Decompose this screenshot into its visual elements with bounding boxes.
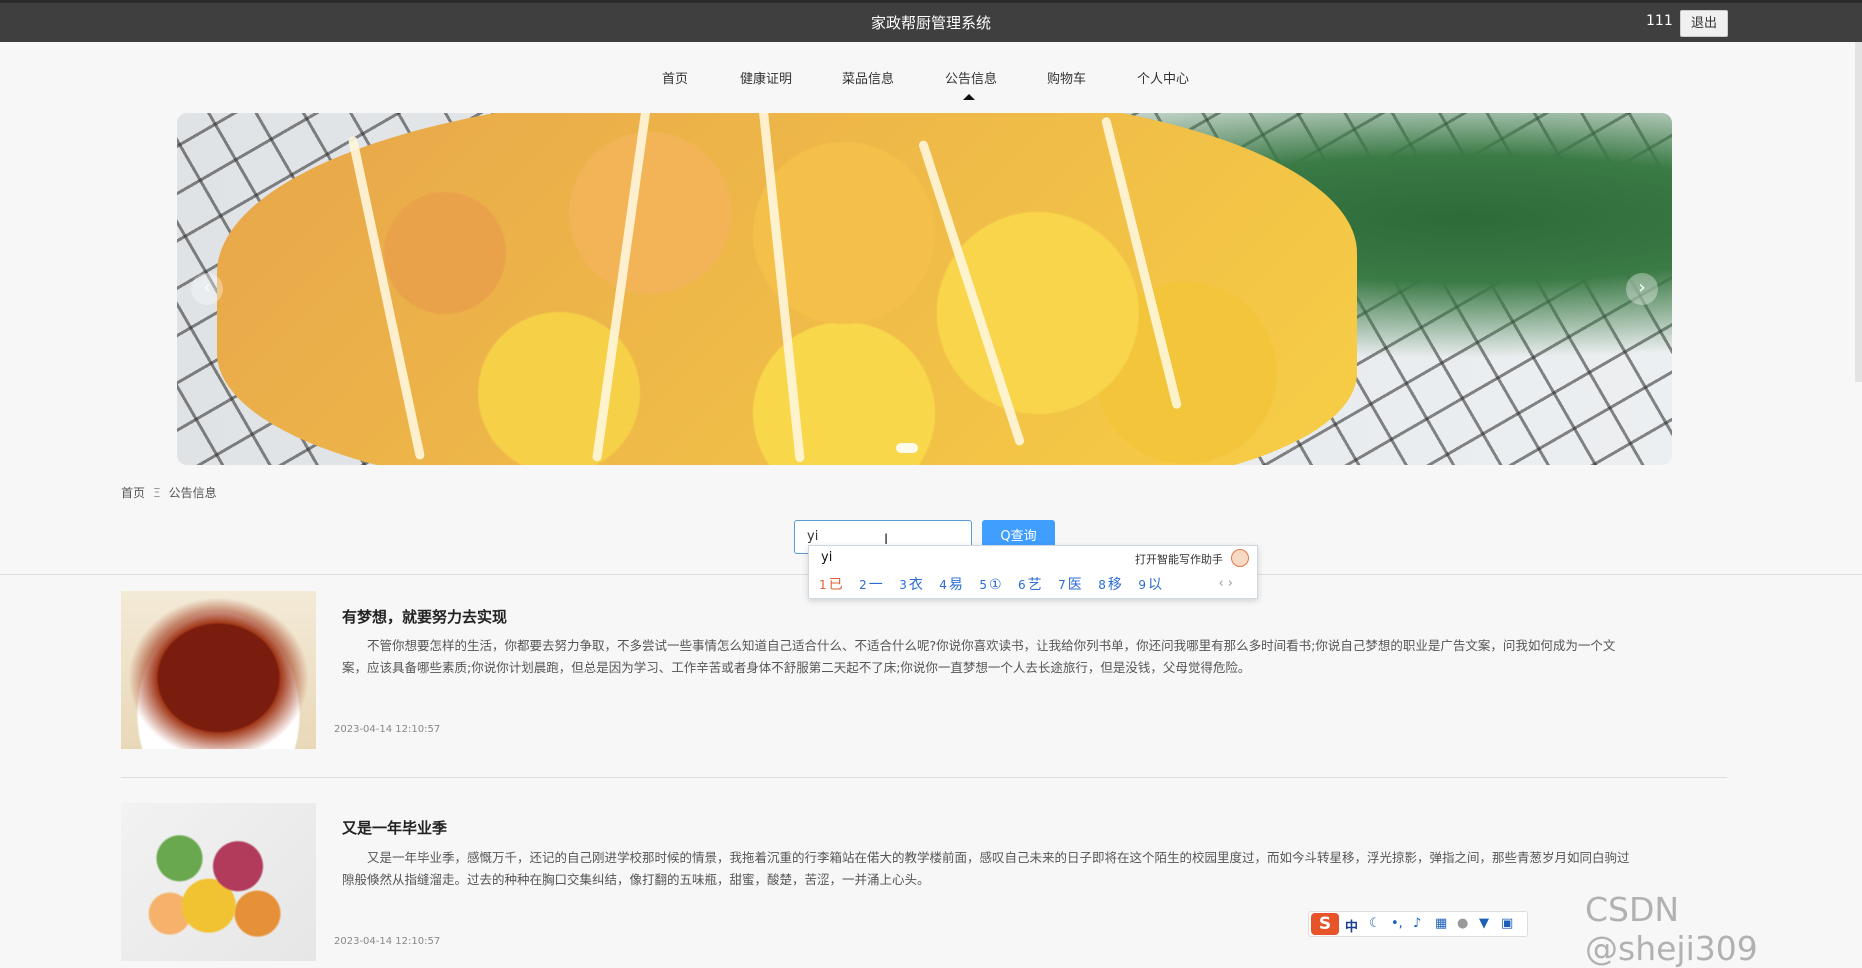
divider <box>121 777 1727 778</box>
ime-pinyin: yi <box>821 550 833 565</box>
ime-logo-icon[interactable]: S <box>1311 913 1339 935</box>
notice-summary: 不管你想要怎样的生活，你都要去努力争取，不多尝试一些事情怎么知道自己适合什么、不… <box>342 638 1616 675</box>
list-item[interactable]: 有梦想，就要努力去实现 不管你想要怎样的生活，你都要去努力争取，不多尝试一些事情… <box>121 591 1727 761</box>
ime-candidates: 1已 2一 3衣 4易 5① 6艺 7医 8移 9以 <box>819 574 1174 594</box>
notice-title[interactable]: 又是一年毕业季 <box>342 817 447 838</box>
watermark: CSDN @sheji309 <box>1585 890 1758 968</box>
ime-candidate[interactable]: 6艺 <box>1018 574 1042 594</box>
carousel-prev-icon[interactable]: ‹ <box>191 273 223 305</box>
main-nav: 首页 健康证明 菜品信息 公告信息 购物车 个人中心 <box>0 60 1862 100</box>
keyboard-icon[interactable]: ▦ <box>1435 916 1447 931</box>
skin-icon[interactable]: ▼ <box>1479 916 1489 931</box>
banner-carousel: ‹ › <box>177 113 1672 465</box>
assistant-icon[interactable] <box>1231 549 1249 567</box>
punctuation-icon[interactable]: •, <box>1391 916 1403 931</box>
ime-candidate[interactable]: 9以 <box>1138 574 1162 594</box>
nav-item-notices[interactable]: 公告信息 <box>945 68 997 87</box>
username: 111 <box>1646 13 1673 29</box>
active-nav-indicator <box>963 94 975 100</box>
nav-item-dishes[interactable]: 菜品信息 <box>842 68 894 87</box>
ime-candidate[interactable]: 4易 <box>939 574 963 594</box>
ime-candidate[interactable]: 5① <box>979 577 1001 593</box>
ime-lang-toggle[interactable]: 中 <box>1345 916 1358 935</box>
scrollbar[interactable] <box>1855 42 1862 382</box>
breadcrumb-separator: Ξ <box>153 486 161 500</box>
grid-icon[interactable]: ▣ <box>1501 916 1513 931</box>
breadcrumb-home[interactable]: 首页 <box>121 486 145 500</box>
notice-thumbnail[interactable] <box>121 803 316 961</box>
moon-icon[interactable]: ☾ <box>1369 916 1381 931</box>
notice-title[interactable]: 有梦想，就要努力去实现 <box>342 606 507 627</box>
nav-item-cart[interactable]: 购物车 <box>1047 68 1086 87</box>
ime-candidate-popup: yi 打开智能写作助手 1已 2一 3衣 4易 5① 6艺 7医 8移 9以 ‹… <box>808 545 1258 599</box>
ime-candidate[interactable]: 2一 <box>859 574 883 594</box>
ime-pager[interactable]: ‹ › <box>1218 576 1233 591</box>
ime-assistant-link[interactable]: 打开智能写作助手 <box>1135 551 1223 567</box>
notice-time: 2023-04-14 12:10:57 <box>334 936 441 947</box>
breadcrumb: 首页 Ξ 公告信息 <box>121 484 217 501</box>
app-title: 家政帮厨管理系统 <box>870 14 991 32</box>
ime-candidate[interactable]: 3衣 <box>899 574 923 594</box>
ime-toolbar: S 中 ☾ •, ♪ ▦ ● ▼ ▣ <box>1308 911 1528 937</box>
ime-candidate[interactable]: 1已 <box>819 574 843 594</box>
notice-summary: 又是一年毕业季，感慨万千，还记的自己刚进学校那时候的情景，我拖着沉重的行李箱站在… <box>342 850 1630 887</box>
nav-item-profile[interactable]: 个人中心 <box>1137 68 1189 87</box>
carousel-next-icon[interactable]: › <box>1626 273 1658 305</box>
top-bar: 家政帮厨管理系统 111 退出 <box>0 0 1862 42</box>
nav-item-home[interactable]: 首页 <box>662 68 688 87</box>
nav-item-health-cert[interactable]: 健康证明 <box>740 68 792 87</box>
ime-candidate[interactable]: 7医 <box>1058 574 1082 594</box>
user-icon[interactable]: ● <box>1457 916 1468 931</box>
microphone-icon[interactable]: ♪ <box>1413 916 1421 931</box>
notice-time: 2023-04-14 12:10:57 <box>334 724 441 735</box>
carousel-indicator[interactable] <box>896 443 918 453</box>
notice-thumbnail[interactable] <box>121 591 316 749</box>
breadcrumb-current: 公告信息 <box>168 486 217 500</box>
logout-button[interactable]: 退出 <box>1680 10 1728 37</box>
ime-candidate[interactable]: 8移 <box>1098 574 1122 594</box>
